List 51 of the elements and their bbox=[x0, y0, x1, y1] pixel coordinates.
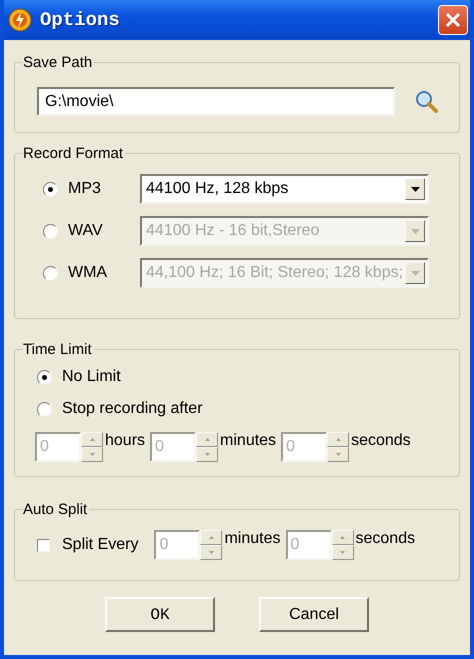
format-dropdown[interactable]: 44100 Hz, 128 kbps bbox=[140, 174, 429, 204]
spin-up-button[interactable] bbox=[81, 432, 103, 447]
dropdown-arrow-icon bbox=[410, 270, 420, 276]
spin-down-button[interactable] bbox=[196, 447, 218, 462]
up-arrow-icon bbox=[340, 536, 345, 539]
down-arrow-icon bbox=[340, 551, 345, 554]
unit-label: minutes bbox=[220, 432, 276, 451]
spin-down-button[interactable] bbox=[332, 545, 354, 560]
radio-label: WAV bbox=[68, 222, 104, 240]
up-arrow-icon bbox=[204, 438, 210, 441]
up-arrow-icon bbox=[90, 438, 94, 441]
down-arrow-icon bbox=[208, 551, 214, 554]
radio-button[interactable] bbox=[43, 182, 58, 196]
checkbox-label: Split Every bbox=[62, 536, 138, 554]
spin-up-button[interactable] bbox=[332, 530, 354, 545]
radio-label: MP3 bbox=[68, 180, 102, 198]
spin-up-button[interactable] bbox=[200, 530, 222, 545]
unit-label: seconds bbox=[356, 530, 416, 549]
path-field[interactable]: G:\movie\ bbox=[37, 87, 395, 116]
ok-button[interactable]: OK bbox=[105, 597, 215, 632]
window-title: Options bbox=[40, 9, 121, 31]
unit-label: seconds bbox=[351, 432, 411, 451]
down-arrow-icon bbox=[336, 453, 341, 456]
unit-label: minutes bbox=[224, 530, 280, 549]
spin-down-button[interactable] bbox=[81, 447, 103, 462]
dropdown-arrow-icon bbox=[410, 186, 420, 192]
close-button[interactable] bbox=[438, 5, 468, 35]
group-title: Record Format bbox=[23, 145, 124, 162]
spin-down-button[interactable] bbox=[327, 447, 350, 462]
up-arrow-icon bbox=[208, 536, 214, 539]
close-icon bbox=[445, 12, 461, 28]
spin-up-button[interactable] bbox=[327, 432, 350, 447]
up-arrow-icon bbox=[336, 438, 341, 441]
radio-button[interactable] bbox=[37, 370, 52, 384]
down-arrow-icon bbox=[90, 453, 94, 456]
group-title: Save Path bbox=[23, 54, 94, 71]
radio-label: Stop recording after bbox=[62, 400, 203, 418]
radio-label: No Limit bbox=[62, 368, 121, 386]
group-title: Time Limit bbox=[23, 341, 93, 358]
dropdown-arrow-icon bbox=[410, 228, 420, 234]
group-title: Auto Split bbox=[23, 501, 88, 518]
checkbox[interactable] bbox=[37, 538, 50, 552]
cancel-button[interactable]: Cancel bbox=[259, 597, 369, 632]
search-icon[interactable] bbox=[415, 90, 439, 114]
radio-button[interactable] bbox=[37, 402, 52, 416]
spin-up-button[interactable] bbox=[196, 432, 218, 447]
spin-down-button[interactable] bbox=[200, 545, 222, 560]
app-icon bbox=[8, 8, 32, 32]
radio-label: WMA bbox=[68, 264, 108, 282]
down-arrow-icon bbox=[204, 453, 210, 456]
unit-label: hours bbox=[105, 432, 146, 451]
